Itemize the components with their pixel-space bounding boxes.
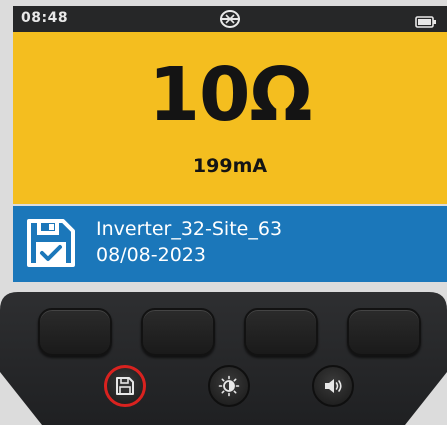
brightness-button[interactable]	[208, 365, 250, 407]
save-icon	[116, 377, 134, 395]
volume-button[interactable]	[312, 365, 354, 407]
status-time: 08:48	[21, 10, 69, 26]
volume-icon	[325, 379, 342, 393]
keypad	[0, 292, 447, 425]
save-button[interactable]	[104, 365, 146, 407]
save-record-panel: Inverter_32-Site_63 08/08-2023	[13, 206, 447, 282]
brand-logo-icon	[219, 9, 241, 29]
brightness-icon	[218, 375, 240, 397]
device-screen: 08:48 10Ω 199mA Inverter_32-Site_63 08/0…	[13, 6, 447, 282]
soft-key-1[interactable]	[38, 308, 112, 356]
current-reading: 199mA	[192, 155, 268, 177]
battery-icon	[415, 13, 437, 28]
soft-key-3[interactable]	[244, 308, 318, 356]
status-bar: 08:48	[13, 6, 447, 32]
soft-key-4[interactable]	[347, 308, 421, 356]
soft-key-2[interactable]	[141, 308, 215, 356]
record-name: Inverter_32-Site_63	[96, 218, 283, 240]
save-check-icon	[25, 217, 77, 269]
reading-panel: 10Ω 199mA	[13, 32, 447, 204]
record-date: 08/08-2023	[96, 244, 206, 266]
resistance-reading: 10Ω	[148, 52, 313, 138]
